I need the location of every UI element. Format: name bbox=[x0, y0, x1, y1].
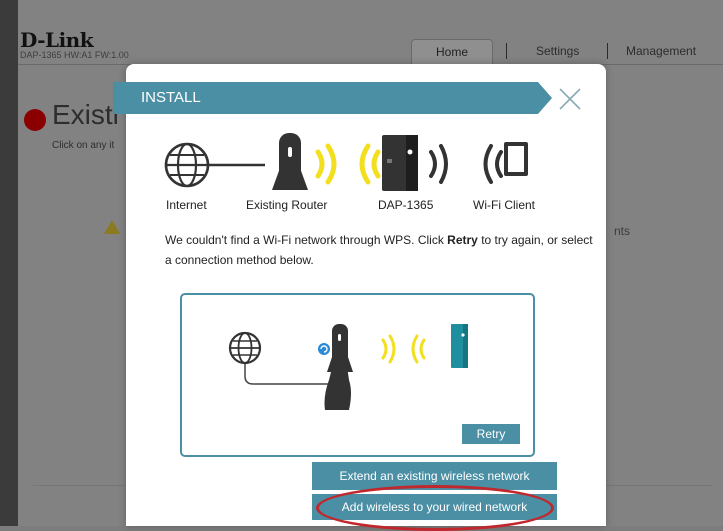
router-icon bbox=[327, 324, 353, 372]
wifi-waves-icon bbox=[429, 144, 503, 184]
nav-settings[interactable]: Settings bbox=[536, 44, 579, 58]
wps-button-icon bbox=[318, 343, 330, 355]
page-subtitle: Click on any it bbox=[52, 140, 115, 151]
extender-icon bbox=[451, 324, 468, 368]
status-dot-icon bbox=[24, 109, 46, 131]
wifi-waves-icon bbox=[381, 334, 426, 364]
label-existing-router: Existing Router bbox=[246, 198, 328, 212]
globe-icon bbox=[228, 331, 262, 365]
left-edge-strip bbox=[0, 0, 18, 526]
modal-title: INSTALL bbox=[141, 89, 201, 106]
tablet-icon bbox=[504, 142, 528, 176]
add-wireless-button[interactable]: Add wireless to your wired network bbox=[312, 494, 557, 520]
retry-button[interactable]: Retry bbox=[462, 424, 520, 444]
extender-icon bbox=[382, 135, 418, 191]
wifi-waves-icon bbox=[315, 143, 381, 185]
nav-management[interactable]: Management bbox=[626, 44, 696, 58]
ethernet-cable bbox=[244, 364, 333, 385]
warning-icon bbox=[104, 220, 120, 234]
nav-separator bbox=[506, 43, 507, 59]
topology-diagram bbox=[164, 133, 528, 191]
router-icon bbox=[272, 133, 308, 190]
globe-icon bbox=[164, 142, 210, 188]
background-text-fragment: nts bbox=[614, 224, 631, 238]
page-title: Existi bbox=[52, 99, 119, 130]
nav-home-tab[interactable]: Home bbox=[411, 39, 493, 64]
status-message: We couldn't find a Wi-Fi network through… bbox=[165, 233, 593, 267]
wps-illustration bbox=[228, 324, 468, 410]
nav-separator bbox=[607, 43, 608, 59]
label-wifi-client: Wi-Fi Client bbox=[473, 198, 535, 212]
extend-network-button[interactable]: Extend an existing wireless network bbox=[312, 462, 557, 490]
label-extender: DAP-1365 bbox=[378, 198, 434, 212]
label-internet: Internet bbox=[166, 198, 207, 212]
page-header: D-Link DAP-1365 HW:A1 FW:1.00 Home Setti… bbox=[18, 0, 723, 66]
close-icon[interactable] bbox=[556, 85, 584, 113]
dlink-logo: D-Link bbox=[20, 28, 94, 52]
device-info: DAP-1365 HW:A1 FW:1.00 bbox=[20, 50, 129, 60]
